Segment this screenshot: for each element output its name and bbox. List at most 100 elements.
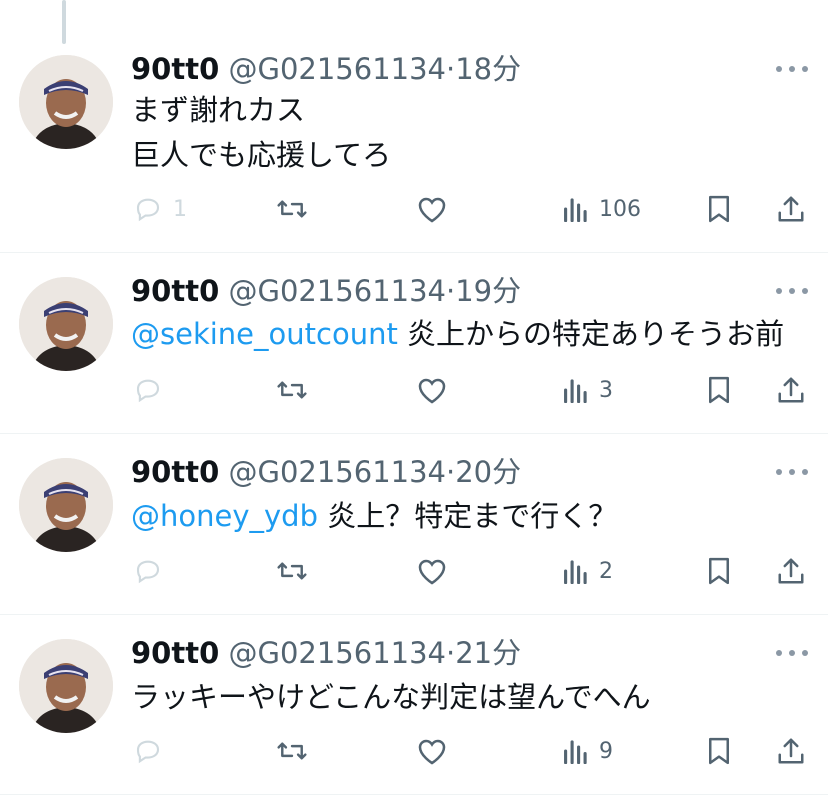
tweet-text-line: 炎上からの特定ありそうお前 [397,317,785,351]
reply-button[interactable] [133,370,173,410]
tweet-divider [0,252,828,253]
retweet-icon [277,562,307,580]
separator-dot: · [446,455,456,489]
display-name[interactable]: 90tt0 [131,455,219,489]
like-icon [418,739,446,765]
timestamp[interactable]: 20分 [455,455,521,489]
bookmark-button[interactable] [706,189,732,229]
reply-icon [136,740,160,764]
separator-dot: · [446,52,456,86]
action-bar: 1 106 [0,189,828,229]
retweet-button[interactable] [275,189,309,229]
tweet-header: 90tt0 @G021561134·19分 [131,273,521,309]
view-count: 106 [599,196,641,222]
timestamp[interactable]: 21分 [455,636,521,670]
retweet-button[interactable] [275,551,309,591]
display-name[interactable]: 90tt0 [131,636,219,670]
mention-link[interactable]: @honey_ydb [131,499,318,533]
share-button[interactable] [776,370,806,410]
avatar[interactable] [19,277,113,371]
view-count: 9 [599,738,613,764]
reply-icon [136,379,160,403]
tweet-divider [0,614,828,615]
timestamp[interactable]: 19分 [455,274,521,308]
like-icon [418,559,446,585]
like-button[interactable] [416,551,448,591]
tweet-header: 90tt0 @G021561134·21分 [131,635,521,671]
tweet-header: 90tt0 @G021561134·20分 [131,454,521,490]
retweet-icon [277,381,307,399]
avatar-image [19,639,113,733]
tweet-divider [0,794,828,795]
view-count: 3 [599,377,613,403]
separator-dot: · [446,274,456,308]
views-icon [564,198,587,222]
reply-icon [136,198,160,222]
more-icon[interactable] [776,284,808,298]
views-icon [564,740,587,764]
tweet-text-line: まず謝れカス [131,93,306,127]
tweet-text: @honey_ydb 炎上？特定まで行く？ [131,494,617,539]
like-icon [418,197,446,223]
like-icon [418,378,446,404]
like-button[interactable] [416,731,448,771]
user-handle[interactable]: @G021561134 [228,52,446,86]
share-icon [778,558,804,584]
tweet-divider [0,433,828,434]
tweet-text-line: 炎上？特定まで行く？ [318,499,618,533]
views-button[interactable]: 106 [563,189,641,229]
reply-icon [136,560,160,584]
bookmark-button[interactable] [706,731,732,771]
user-handle[interactable]: @G021561134 [228,274,446,308]
avatar[interactable] [19,639,113,733]
user-handle[interactable]: @G021561134 [228,455,446,489]
avatar-image [19,458,113,552]
share-button[interactable] [776,731,806,771]
retweet-icon [277,200,307,218]
bookmark-icon [709,195,729,223]
share-icon [778,377,804,403]
views-button[interactable]: 9 [563,731,613,771]
more-icon[interactable] [776,646,808,660]
bookmark-icon [709,737,729,765]
avatar[interactable] [19,458,113,552]
views-icon [564,560,587,584]
retweet-button[interactable] [275,731,309,771]
view-count: 2 [599,558,613,584]
share-button[interactable] [776,551,806,591]
reply-button[interactable]: 1 [133,189,187,229]
views-button[interactable]: 3 [563,370,613,410]
views-button[interactable]: 2 [563,551,613,591]
avatar[interactable] [19,55,113,149]
action-bar: 9 [0,731,828,771]
tweet-text: ラッキーやけどこんな判定は望んでへん [131,675,651,720]
bookmark-button[interactable] [706,551,732,591]
views-icon [564,379,587,403]
tweet-header: 90tt0 @G021561134·18分 [131,51,521,87]
mention-link[interactable]: @sekine_outcount [131,317,398,351]
reply-count: 1 [173,196,187,222]
more-icon[interactable] [776,62,808,76]
share-icon [778,738,804,764]
timestamp[interactable]: 18分 [455,52,521,86]
display-name[interactable]: 90tt0 [131,52,219,86]
like-button[interactable] [416,189,448,229]
user-handle[interactable]: @G021561134 [228,636,446,670]
reply-button[interactable] [133,731,173,771]
more-icon[interactable] [776,465,808,479]
tweet-text: まず謝れカス 巨人でも応援してろ [131,88,391,178]
action-bar: 3 [0,370,828,410]
display-name[interactable]: 90tt0 [131,274,219,308]
bookmark-icon [709,376,729,404]
retweet-button[interactable] [275,370,309,410]
like-button[interactable] [416,370,448,410]
action-bar: 2 [0,551,828,591]
share-button[interactable] [776,189,806,229]
avatar-image [19,277,113,371]
tweet-text-line: 巨人でも応援してろ [131,138,392,172]
bookmark-icon [709,557,729,585]
bookmark-button[interactable] [706,370,732,410]
retweet-icon [277,742,307,760]
separator-dot: · [446,636,456,670]
reply-button[interactable] [133,551,173,591]
